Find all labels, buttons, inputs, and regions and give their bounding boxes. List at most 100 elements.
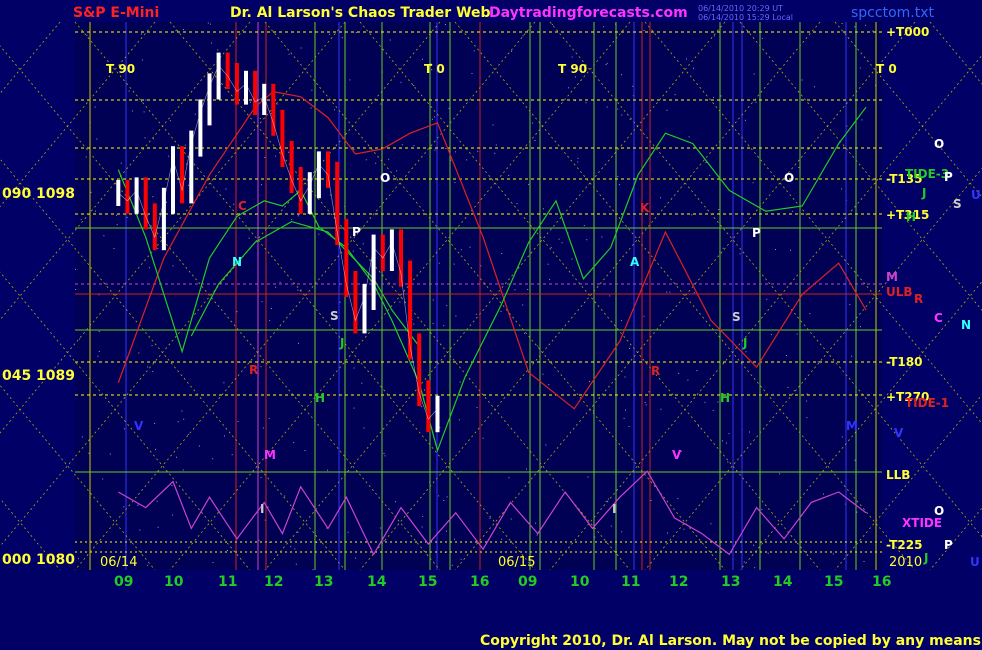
star-dot <box>859 67 861 69</box>
star-dot <box>817 361 819 363</box>
star-dot <box>413 145 415 147</box>
plot-letter: C <box>238 199 247 213</box>
star-dot <box>434 149 436 151</box>
star-dot <box>443 325 445 327</box>
star-dot <box>849 303 851 305</box>
star-dot <box>207 22 209 24</box>
star-dot <box>86 34 88 36</box>
star-dot <box>102 478 104 480</box>
plot-letter: I <box>612 502 616 516</box>
star-dot <box>460 558 462 560</box>
star-dot <box>832 553 834 555</box>
star-dot <box>147 564 149 566</box>
star-dot <box>454 182 456 184</box>
star-dot <box>97 355 99 357</box>
star-dot <box>549 279 551 281</box>
star-dot <box>318 233 320 235</box>
star-dot <box>542 208 544 210</box>
star-dot <box>212 562 214 564</box>
star-dot <box>770 334 772 336</box>
star-dot <box>186 163 187 165</box>
star-dot <box>577 157 579 159</box>
star-dot <box>375 162 377 164</box>
star-dot <box>854 26 856 28</box>
price-bar <box>253 70 258 115</box>
star-dot <box>236 311 238 313</box>
star-dot <box>148 267 150 269</box>
star-dot <box>558 238 560 240</box>
x-tick-label: 16 <box>470 574 489 590</box>
side-label: TIDE-3 <box>905 167 949 181</box>
star-dot <box>399 301 401 303</box>
star-dot <box>508 477 510 479</box>
star-dot <box>605 500 607 502</box>
star-dot <box>522 35 524 37</box>
star-dot <box>181 410 183 412</box>
price-bar <box>307 172 312 214</box>
star-dot <box>458 419 460 421</box>
star-dot <box>451 564 453 566</box>
copyright-notice: Copyright 2010, Dr. Al Larson. May not b… <box>480 633 982 649</box>
x-tick-label: 16 <box>872 574 891 590</box>
star-dot <box>821 243 823 245</box>
plot-letter: P <box>352 225 361 239</box>
star-dot <box>534 140 536 141</box>
date-label: 06/15 <box>498 555 535 570</box>
star-dot <box>761 37 763 39</box>
star-dot <box>524 332 525 334</box>
y-tick-label: 1098 <box>36 186 75 202</box>
x-tick-label: 15 <box>824 574 843 590</box>
star-dot <box>443 500 445 501</box>
plot-letter: N <box>232 255 242 269</box>
star-dot <box>677 498 679 500</box>
star-dot <box>85 156 87 158</box>
star-dot <box>152 196 154 198</box>
star-dot <box>749 431 750 433</box>
star-dot <box>754 567 756 569</box>
star-dot <box>260 366 262 368</box>
side-label: H <box>906 210 916 224</box>
price-bar <box>289 141 294 193</box>
star-dot <box>422 58 423 60</box>
star-dot <box>865 24 867 26</box>
star-dot <box>212 458 214 460</box>
star-dot <box>75 268 76 270</box>
star-dot <box>704 401 706 403</box>
star-dot <box>383 453 385 454</box>
star-dot <box>601 236 603 238</box>
star-dot <box>384 455 386 457</box>
star-dot <box>667 532 669 534</box>
star-dot <box>297 289 299 291</box>
x-tick-label: 09 <box>518 574 537 590</box>
star-dot <box>535 522 537 524</box>
x-tick-label: 11 <box>218 574 237 590</box>
star-dot <box>182 469 184 471</box>
plot-letter: M <box>264 448 276 462</box>
star-dot <box>501 253 503 254</box>
star-dot <box>691 214 693 216</box>
side-label: C <box>934 311 943 325</box>
star-dot <box>379 527 381 529</box>
star-dot <box>705 162 707 163</box>
star-dot <box>421 406 423 408</box>
star-dot <box>432 299 434 301</box>
star-dot <box>801 79 803 81</box>
star-dot <box>632 85 634 87</box>
star-dot <box>713 96 714 98</box>
star-dot <box>334 109 335 111</box>
star-dot <box>469 246 471 248</box>
t-label: T 90 <box>558 62 587 76</box>
side-label: U <box>971 188 981 202</box>
timestamp-local: 06/14/2010 15:29 Local <box>698 13 793 22</box>
star-dot <box>137 504 139 506</box>
star-dot <box>516 203 518 205</box>
date-label: 06/14 <box>100 555 137 570</box>
star-dot <box>198 445 200 447</box>
star-dot <box>113 247 115 249</box>
plot-letter: J <box>339 336 344 350</box>
star-dot <box>482 437 484 439</box>
star-dot <box>355 32 357 33</box>
star-dot <box>621 531 623 533</box>
star-dot <box>288 53 290 55</box>
chart-window: 090 1098 045 1089 000 1080 09 10 11 12 13 14 15 16 09 1… <box>0 0 982 650</box>
